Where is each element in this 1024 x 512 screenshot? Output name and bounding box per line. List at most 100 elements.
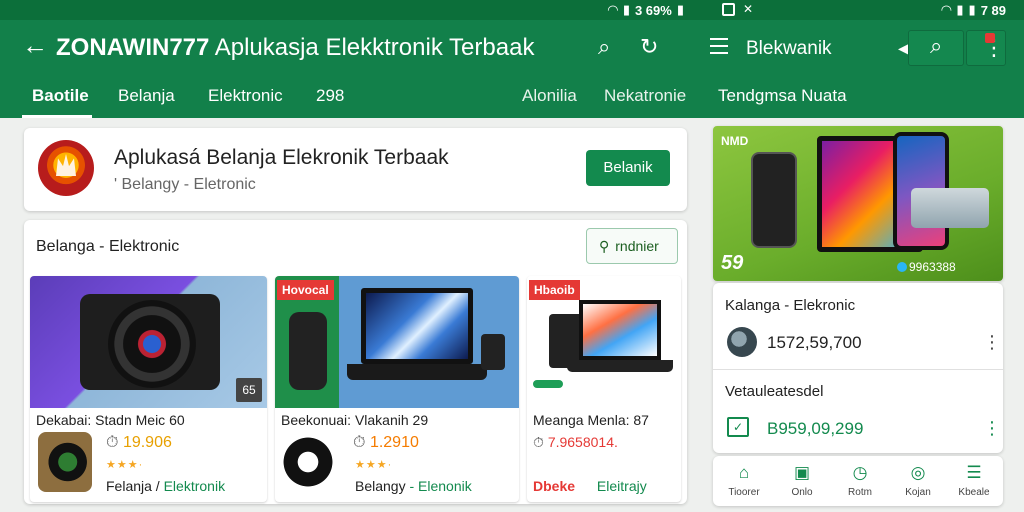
compass-icon: ◎ [910, 463, 926, 482]
section-button[interactable]: ⚲ rndnier [586, 228, 678, 264]
phone-shape [751, 152, 797, 248]
app-logo [38, 140, 94, 196]
notification-icon: ✕ [743, 2, 754, 16]
list-value: 1572,59,700 [767, 333, 862, 352]
search-icon[interactable]: ⌕ [598, 36, 610, 58]
list-title: Vetauleatesdel [725, 383, 824, 400]
status-left-text: 3 69% [634, 2, 672, 18]
signal-icon: ▮ [956, 2, 964, 17]
nav-label: Tioorer [728, 487, 760, 498]
status-left: ◠ ▮ 3 69% ▮ [608, 2, 684, 18]
wifi-icon: ◠ [607, 2, 618, 17]
status-bar: ◠ ▮ 3 69% ▮ ✕ ◠ ▮ ▮ 7 89 [0, 0, 1024, 20]
bottom-navigation: ⌂ Tioorer ▣ Onlo ◷ Rotm ◎ Kojan ☰ Kbeale [713, 456, 1003, 506]
product-rating: ★★★· [106, 459, 144, 471]
hamburger-menu-icon[interactable] [710, 38, 728, 54]
nav-item-menu[interactable]: ☰ Kbeale [945, 463, 1003, 499]
side-list-card: Kalanga - Elekronic 1572,59,700 ⋮ Vetaul… [713, 283, 1003, 453]
tab-1[interactable]: Belanja [118, 86, 175, 106]
camera-shape [481, 334, 505, 370]
promo-tag: Hbaoib [529, 280, 580, 300]
tab-2[interactable]: Elektronic [208, 86, 283, 106]
ticket-icon: ✓ [727, 417, 749, 437]
nav-item-chart[interactable]: ▣ Onlo [773, 463, 831, 499]
tab-bar: Baotile Belanja Elektronic 298 Alonilia … [0, 82, 1024, 118]
wifi-icon: ◠ [941, 2, 952, 17]
green-pill [533, 380, 563, 388]
laptop-base [567, 360, 673, 372]
clock-icon: ◷ [852, 463, 868, 482]
promo-tag: Hovocal [277, 280, 334, 300]
section-title: Belanga - Elektronic [36, 238, 180, 255]
menu-icon: ☰ [966, 463, 982, 482]
product-card[interactable]: Hovocal Beekonuai: Vlakanih 29 ⏱ 1.2910 … [275, 276, 519, 502]
more-vertical-icon[interactable]: ⋮ [983, 419, 1001, 437]
signal-icon: ▮ [622, 2, 630, 17]
list-title: Kalanga - Elekronic [725, 297, 856, 314]
tab-indicator [22, 115, 92, 118]
product-price: ⏱ 7.9658014. [533, 434, 618, 450]
secondary-title: Blekwanik [746, 38, 832, 59]
battery-icon: ▮ [968, 2, 976, 17]
search-icon: ⌕ [930, 33, 943, 58]
screenshot-icon [722, 3, 735, 16]
product-price: ⏱ 1.2910 [353, 434, 419, 451]
tab-0[interactable]: Baotile [32, 86, 89, 106]
app-title: Aplukasá Belanja Elekronik Terbaak [114, 146, 449, 169]
back-arrow-icon[interactable]: ← [22, 32, 48, 58]
chart-icon: ▣ [793, 463, 811, 482]
nav-item-clock[interactable]: ◷ Rotm [831, 463, 889, 499]
product-card[interactable]: 65 Dekabai: Stadn Meic 60 ⏱ 19.906 ★★★· … [30, 276, 267, 502]
product-name: Meanga Menla: 87 [533, 412, 649, 428]
app-bar-title-rest: Aplukasja Elekktronik Terbaak [209, 34, 535, 61]
product-name: Beekonuai: Vlakanih 29 [281, 412, 429, 428]
product-name: Dekabai: Stadn Meic 60 [36, 412, 185, 428]
refresh-icon[interactable]: ↻ [640, 36, 658, 58]
product-thumbnail [38, 432, 92, 492]
list-value: B959,09,299 [767, 419, 864, 438]
app-bar: ← ZONAWIN777 Aplukasja Elekktronik Terba… [0, 20, 1024, 118]
tablet-icon [727, 327, 757, 357]
camera-image [30, 276, 267, 408]
nav-label: Rotm [848, 487, 872, 498]
tab-5[interactable]: Nekatronie [604, 86, 686, 106]
app-subtitle: ' Belangy - Eletronic [114, 176, 256, 193]
count-badge: 65 [236, 378, 262, 402]
product-category: Dbeke Eleitrajy [533, 478, 647, 494]
promo-counter: 9963388 [897, 260, 956, 274]
app-info-card: Aplukasá Belanja Elekronik Terbaak ' Bel… [24, 128, 687, 211]
install-button[interactable]: Belanik [586, 150, 670, 186]
status-right-text: 7 89 [980, 2, 1006, 18]
promo-price: 59 [721, 252, 744, 274]
tab-4[interactable]: Alonilia [522, 86, 577, 106]
tab-6[interactable]: Tendgmsa Nuata [718, 86, 847, 106]
tab-3[interactable]: 298 [316, 86, 344, 106]
app-screen: ◠ ▮ 3 69% ▮ ✕ ◠ ▮ ▮ 7 89 ← ZONAWIN777 Ap… [0, 0, 1024, 512]
app-bar-title: ZONAWIN777 Aplukasja Elekktronik Terbaak [56, 34, 534, 62]
status-right: ◠ ▮ ▮ 7 89 [941, 2, 1006, 18]
nav-label: Kbeale [958, 487, 990, 498]
home-icon: ⌂ [738, 463, 750, 482]
app-bar-title-bold: ZONAWIN777 [56, 34, 210, 61]
product-section: Belanga - Elektronic ⚲ rndnier 65 Dekabai… [24, 220, 687, 504]
nav-item-home[interactable]: ⌂ Tioorer [715, 463, 773, 499]
speaker-shape [289, 312, 327, 390]
more-vertical-icon[interactable]: ⋮ [983, 333, 1001, 351]
nav-label: Kojan [905, 487, 931, 498]
dot-icon [897, 262, 907, 272]
nav-label: Onlo [791, 487, 813, 498]
product-price: ⏱ 19.906 [106, 434, 172, 451]
nav-item-compass[interactable]: ◎ Kojan [889, 463, 947, 499]
section-button-label: rndnier [615, 238, 659, 254]
notification-dot [985, 33, 995, 43]
product-card[interactable]: Hbaoib Meanga Menla: 87 ⏱ 7.9658014. Dbe… [527, 276, 681, 502]
promo-label: NMD [721, 134, 749, 148]
product-category: Belangy - Elenonik [355, 478, 472, 494]
laptop-screen [361, 288, 473, 364]
laptop-base [347, 364, 487, 380]
gift-icon: ⚲ [599, 238, 610, 254]
battery-icon: ▮ [676, 2, 684, 17]
camera-lens [108, 300, 196, 388]
promo-banner[interactable]: NMD 59 9963388 [713, 126, 1003, 281]
product-category: Felanja / Elektronik [106, 478, 226, 494]
